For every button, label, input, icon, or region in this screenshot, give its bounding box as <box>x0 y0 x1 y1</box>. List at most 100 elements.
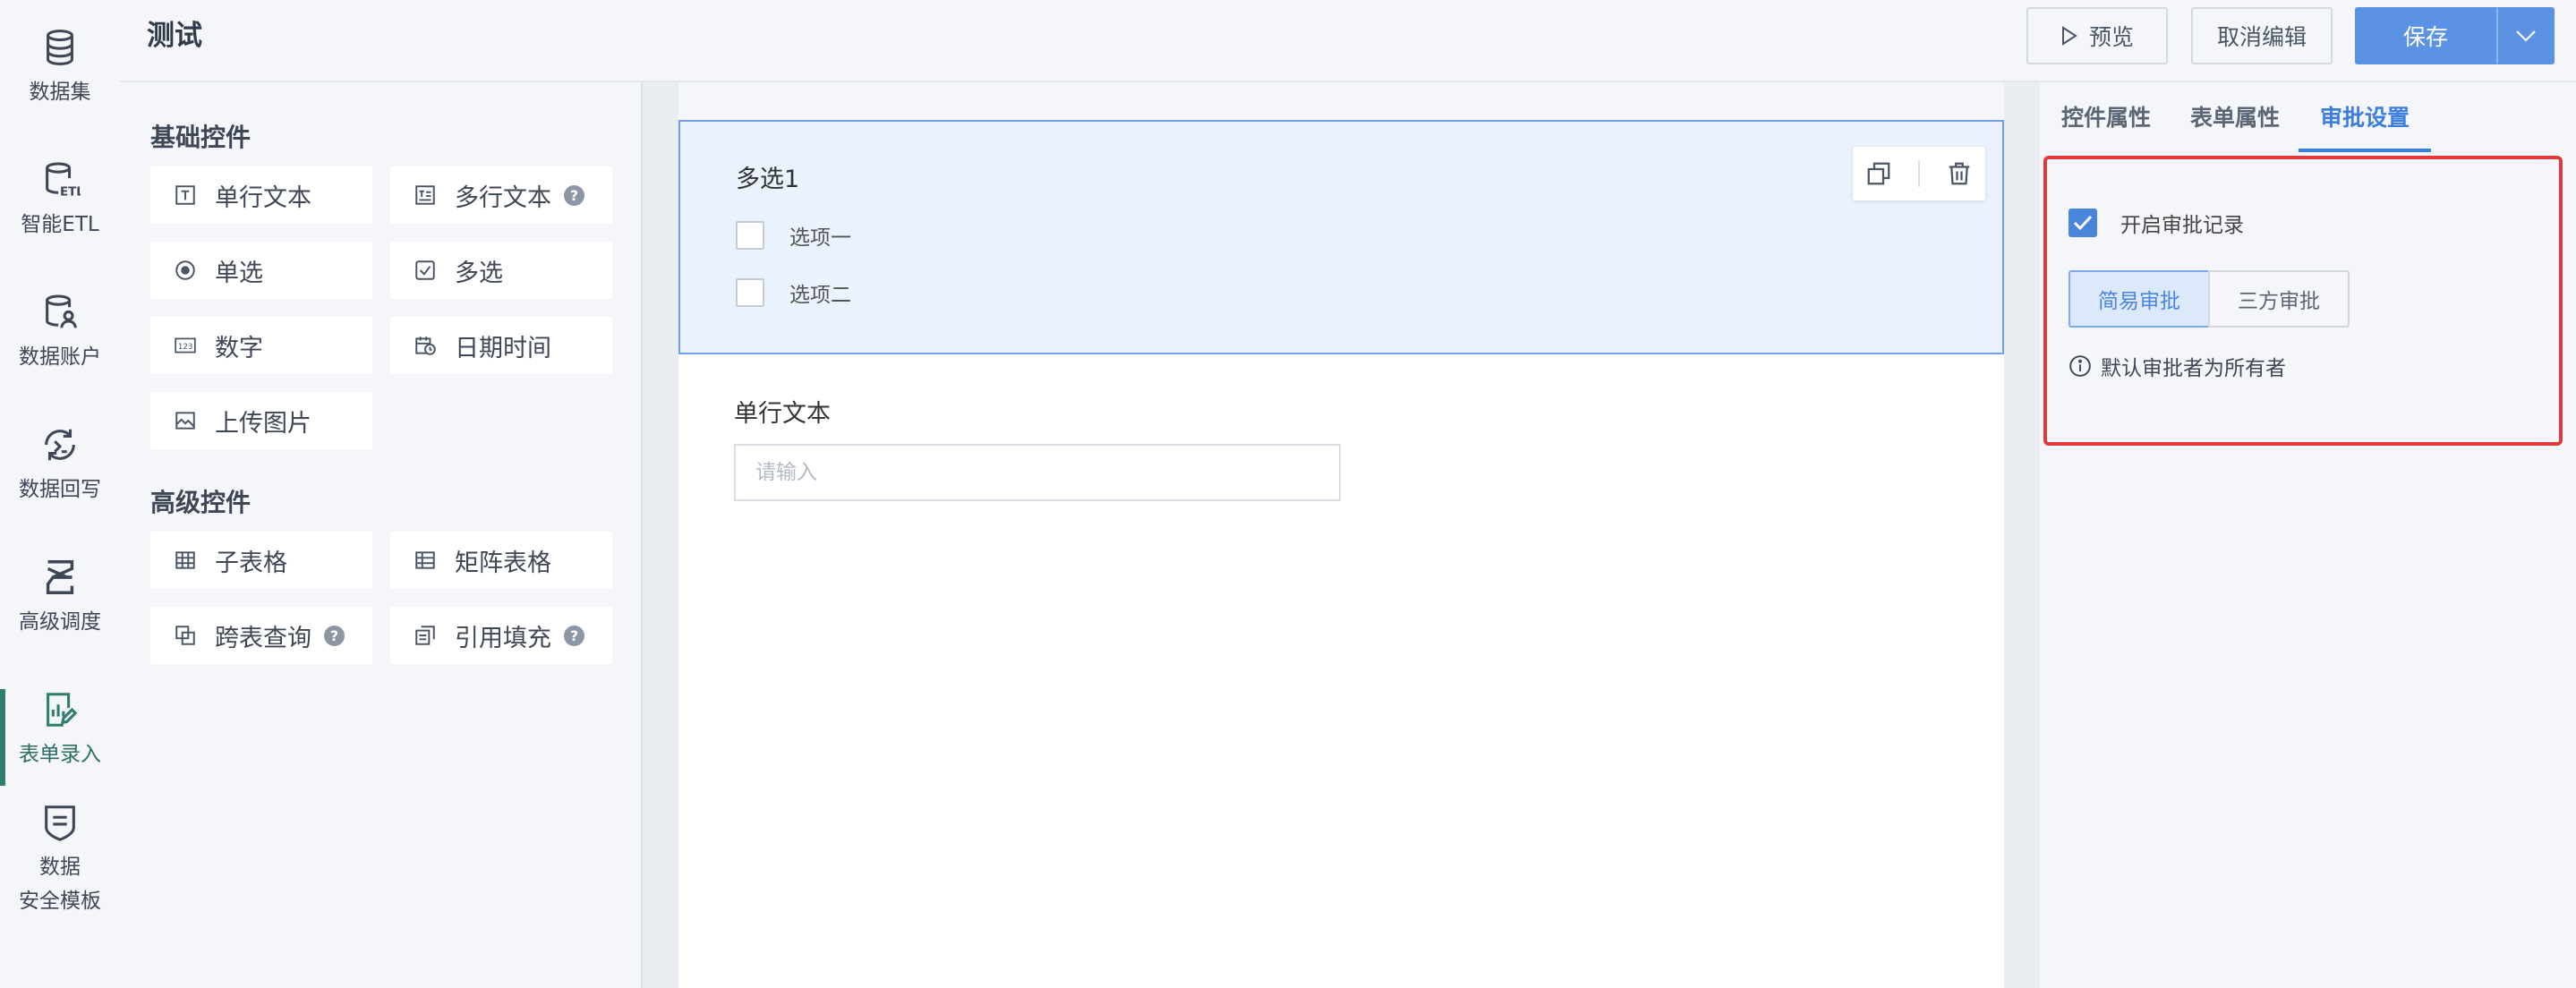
preview-label: 预览 <box>2088 24 2134 50</box>
checkmark-icon <box>2073 215 2093 231</box>
single-text-input[interactable] <box>734 444 1341 501</box>
save-label: 保存 <box>2402 24 2448 50</box>
nav-item-schedule[interactable]: 高级调度 <box>0 557 120 639</box>
control-label: 多选 <box>455 259 503 287</box>
control-label: 子表格 <box>215 549 287 577</box>
cross-query-icon <box>175 626 195 645</box>
tab-form-properties[interactable]: 表单属性 <box>2190 100 2280 152</box>
nav-label: 数据集 <box>29 81 91 104</box>
control-label: 跨表查询 <box>215 624 311 652</box>
play-icon <box>2061 26 2077 46</box>
single-line-text-icon <box>175 185 195 205</box>
nav-item-security-template[interactable]: 数据 安全模板 <box>0 802 120 918</box>
nav-label: 数据账户 <box>19 345 101 369</box>
help-icon[interactable]: ? <box>564 184 584 206</box>
save-dropdown-button[interactable] <box>2496 7 2555 64</box>
control-datetime[interactable]: 日期时间 <box>390 317 612 374</box>
control-checkbox[interactable]: 多选 <box>390 242 612 299</box>
option-checkbox[interactable] <box>736 278 764 307</box>
advanced-controls-title: 高级控件 <box>150 488 252 517</box>
simple-approval-button[interactable]: 简易审批 <box>2068 270 2210 328</box>
database-icon <box>47 30 73 65</box>
control-palette: 基础控件 单行文本 多行文本 ? 单选 多选 123 数字 日期时间 上传图片 … <box>120 84 641 988</box>
nav-label: 数据回写 <box>19 478 101 501</box>
nav-label: 智能ETL <box>21 213 99 236</box>
nav-label: 表单录入 <box>19 743 101 766</box>
enable-approval-record[interactable]: 开启审批记录 <box>2068 208 2244 238</box>
multi-line-text-icon <box>415 185 435 205</box>
settings-tabs: 控件属性 表单属性 审批设置 <box>2040 82 2576 152</box>
basic-controls-title: 基础控件 <box>150 123 252 152</box>
schedule-icon <box>46 560 74 594</box>
canvas-divider <box>2004 82 2040 988</box>
svg-text:ETL: ETL <box>60 185 81 199</box>
field-label: 多选1 <box>736 166 800 193</box>
nav-label-line1: 数据 <box>39 856 81 879</box>
number-icon: 123 <box>175 337 196 353</box>
help-icon[interactable]: ? <box>564 625 584 646</box>
control-multi-line-text[interactable]: 多行文本 ? <box>390 166 612 224</box>
enable-approval-checkbox[interactable] <box>2068 209 2097 237</box>
approval-info-text: 默认审批者为所有者 <box>2101 357 2286 380</box>
control-sub-table[interactable]: 子表格 <box>150 532 372 589</box>
enable-approval-label: 开启审批记录 <box>2120 214 2244 237</box>
help-icon[interactable]: ? <box>324 625 345 646</box>
palette-divider <box>641 82 678 988</box>
option-checkbox[interactable] <box>736 221 764 250</box>
nav-item-dataset[interactable]: 数据集 <box>0 27 120 109</box>
page-title: 测试 <box>147 20 202 52</box>
control-radio[interactable]: 单选 <box>150 242 372 299</box>
three-party-approval-button[interactable]: 三方审批 <box>2208 270 2350 328</box>
multi-select-field[interactable]: 多选1 选项一 选项二 <box>678 120 2004 354</box>
option-row[interactable]: 选项一 <box>736 220 851 251</box>
matrix-table-icon <box>415 551 435 569</box>
image-upload-icon <box>175 412 195 430</box>
option-row[interactable]: 选项二 <box>736 277 851 308</box>
save-button[interactable]: 保存 <box>2355 7 2496 64</box>
single-text-label: 单行文本 <box>734 400 831 428</box>
checkbox-icon <box>415 260 435 280</box>
trash-icon[interactable] <box>1946 160 1973 187</box>
control-image-upload[interactable]: 上传图片 <box>150 392 372 449</box>
sub-table-icon <box>175 551 195 569</box>
cancel-edit-button[interactable]: 取消编辑 <box>2191 7 2333 64</box>
control-single-line-text[interactable]: 单行文本 <box>150 166 372 224</box>
control-label: 多行文本 <box>455 183 551 212</box>
control-number[interactable]: 123 数字 <box>150 317 372 374</box>
cancel-edit-label: 取消编辑 <box>2216 24 2307 50</box>
option-label: 选项一 <box>789 226 851 250</box>
nav-item-writeback[interactable]: 数据回写 <box>0 424 120 507</box>
tab-control-properties[interactable]: 控件属性 <box>2061 100 2151 152</box>
control-label: 矩阵表格 <box>455 549 551 577</box>
nav-item-data-account[interactable]: 数据账户 <box>0 292 120 374</box>
nav-item-etl[interactable]: ETL 智能ETL <box>0 159 120 242</box>
form-entry-icon <box>47 693 78 727</box>
nav-label: 高级调度 <box>19 610 101 634</box>
option-label: 选项二 <box>789 284 851 307</box>
nav-label-line2: 安全模板 <box>19 890 101 913</box>
datetime-icon <box>415 336 436 355</box>
control-cross-query[interactable]: 跨表查询 ? <box>150 607 372 664</box>
top-header: 测试 预览 取消编辑 保存 <box>120 0 2576 82</box>
preview-button[interactable]: 预览 <box>2026 7 2168 64</box>
approval-info: 默认审批者为所有者 <box>2068 351 2286 381</box>
nav-item-form-entry[interactable]: 表单录入 <box>0 689 120 786</box>
control-label: 单选 <box>215 259 263 287</box>
chevron-down-icon <box>2515 30 2536 42</box>
info-icon <box>2069 355 2091 377</box>
left-nav: 数据集 ETL 智能ETL 数据账户 数据回写 <box>0 0 120 988</box>
etl-icon: ETL <box>46 162 81 199</box>
control-label: 数字 <box>215 334 263 362</box>
toolbar-divider <box>1917 160 1920 187</box>
copy-icon[interactable] <box>1865 160 1892 187</box>
data-account-icon <box>46 294 77 328</box>
control-matrix-table[interactable]: 矩阵表格 <box>390 532 612 589</box>
writeback-icon <box>45 429 75 461</box>
control-label: 单行文本 <box>215 183 311 212</box>
tab-approval-settings[interactable]: 审批设置 <box>2299 100 2432 152</box>
radio-icon <box>175 260 195 280</box>
field-toolbar <box>1853 147 1985 200</box>
control-reference-fill[interactable]: 引用填充 ? <box>390 607 612 664</box>
control-label: 上传图片 <box>215 409 311 438</box>
security-template-icon <box>45 805 75 841</box>
